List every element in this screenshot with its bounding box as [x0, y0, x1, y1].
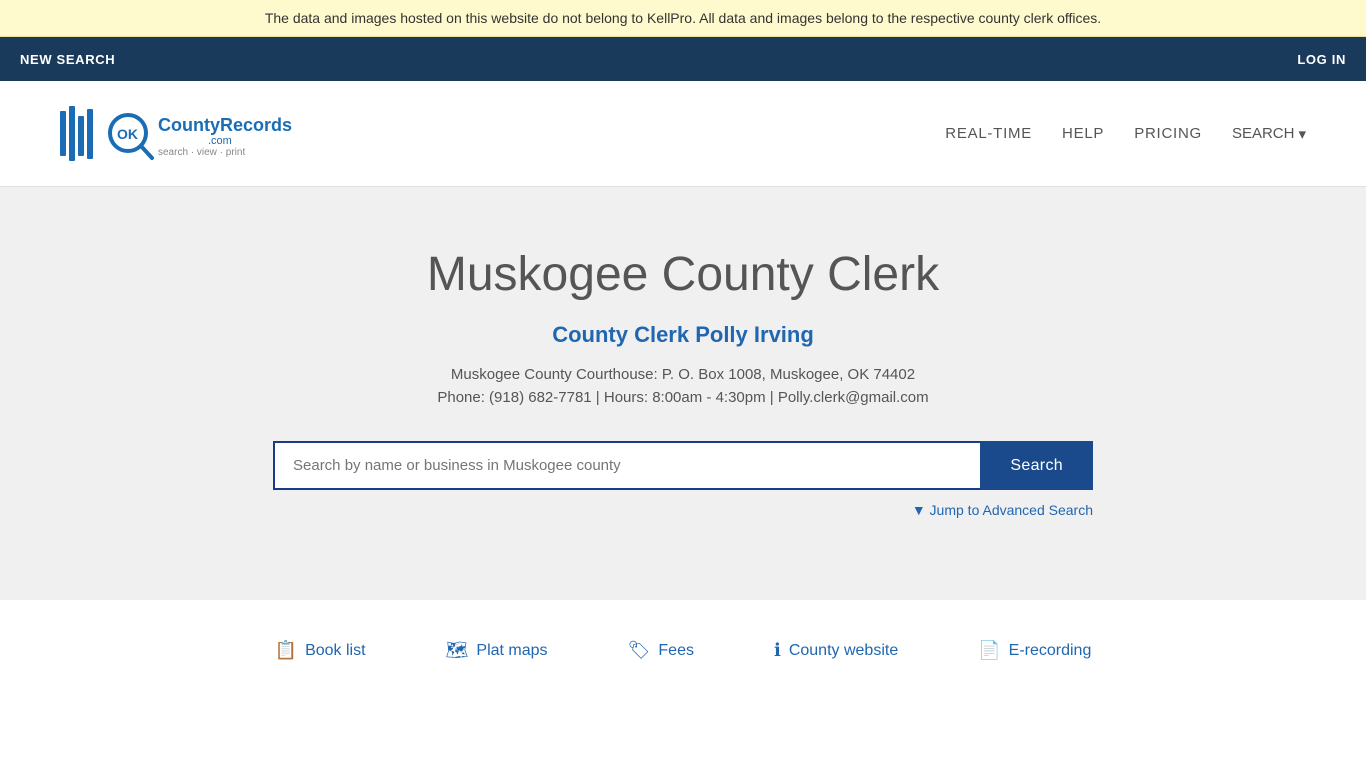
advanced-search-link[interactable]: ▼ Jump to Advanced Search [912, 502, 1093, 518]
login-link[interactable]: LOG IN [1297, 52, 1346, 67]
county-address: Muskogee County Courthouse: P. O. Box 10… [20, 366, 1346, 383]
county-title: Muskogee County Clerk [20, 247, 1346, 302]
county-website-icon: ℹ [774, 640, 781, 661]
banner-text: The data and images hosted on this websi… [265, 10, 1101, 26]
search-dropdown[interactable]: SEARCH ▾ [1232, 125, 1306, 143]
svg-text:.com: .com [208, 135, 232, 147]
hero-section: Muskogee County Clerk County Clerk Polly… [0, 187, 1366, 600]
plat-maps-icon: 🗺 [446, 640, 469, 661]
plat-maps-label: Plat maps [476, 642, 547, 660]
footer-links: 📋 Book list 🗺 Plat maps 🏷 Fees ℹ County … [0, 600, 1366, 691]
chevron-down-icon: ▾ [1298, 125, 1306, 143]
fees-link[interactable]: 🏷 Fees [628, 640, 694, 661]
fees-icon: 🏷 [628, 640, 651, 661]
county-phone: Phone: (918) 682-7781 | Hours: 8:00am - … [20, 389, 1346, 406]
search-form: Search [273, 441, 1093, 490]
svg-text:search · view · print: search · view · print [158, 147, 245, 158]
help-link[interactable]: HELP [1062, 125, 1104, 142]
book-list-link[interactable]: 📋 Book list [275, 640, 366, 661]
e-recording-label: E-recording [1009, 642, 1092, 660]
county-website-label: County website [789, 642, 898, 660]
county-website-link[interactable]: ℹ County website [774, 640, 898, 661]
plat-maps-link[interactable]: 🗺 Plat maps [446, 640, 548, 661]
logo-area: OK CountyRecords .com search · view · pr… [60, 101, 300, 166]
e-recording-icon: 📄 [978, 640, 1000, 661]
pricing-link[interactable]: PRICING [1134, 125, 1202, 142]
top-nav-bar: NEW SEARCH LOG IN [0, 37, 1366, 81]
notice-banner: The data and images hosted on this websi… [0, 0, 1366, 37]
search-dropdown-label: SEARCH [1232, 125, 1295, 142]
e-recording-link[interactable]: 📄 E-recording [978, 640, 1091, 661]
advanced-search-area: ▼ Jump to Advanced Search [273, 502, 1093, 520]
book-list-label: Book list [305, 642, 365, 660]
real-time-link[interactable]: REAL-TIME [945, 125, 1032, 142]
new-search-link[interactable]: NEW SEARCH [20, 52, 115, 67]
main-nav: REAL-TIME HELP PRICING SEARCH ▾ [945, 125, 1306, 143]
search-button[interactable]: Search [980, 441, 1093, 490]
search-input[interactable] [273, 441, 980, 490]
site-header: OK CountyRecords .com search · view · pr… [0, 81, 1366, 187]
clerk-name: County Clerk Polly Irving [20, 322, 1346, 348]
fees-label: Fees [658, 642, 694, 660]
book-list-icon: 📋 [275, 640, 297, 661]
svg-text:CountyRecords: CountyRecords [158, 115, 292, 135]
site-logo[interactable]: OK CountyRecords .com search · view · pr… [60, 101, 300, 166]
svg-text:OK: OK [117, 126, 138, 142]
